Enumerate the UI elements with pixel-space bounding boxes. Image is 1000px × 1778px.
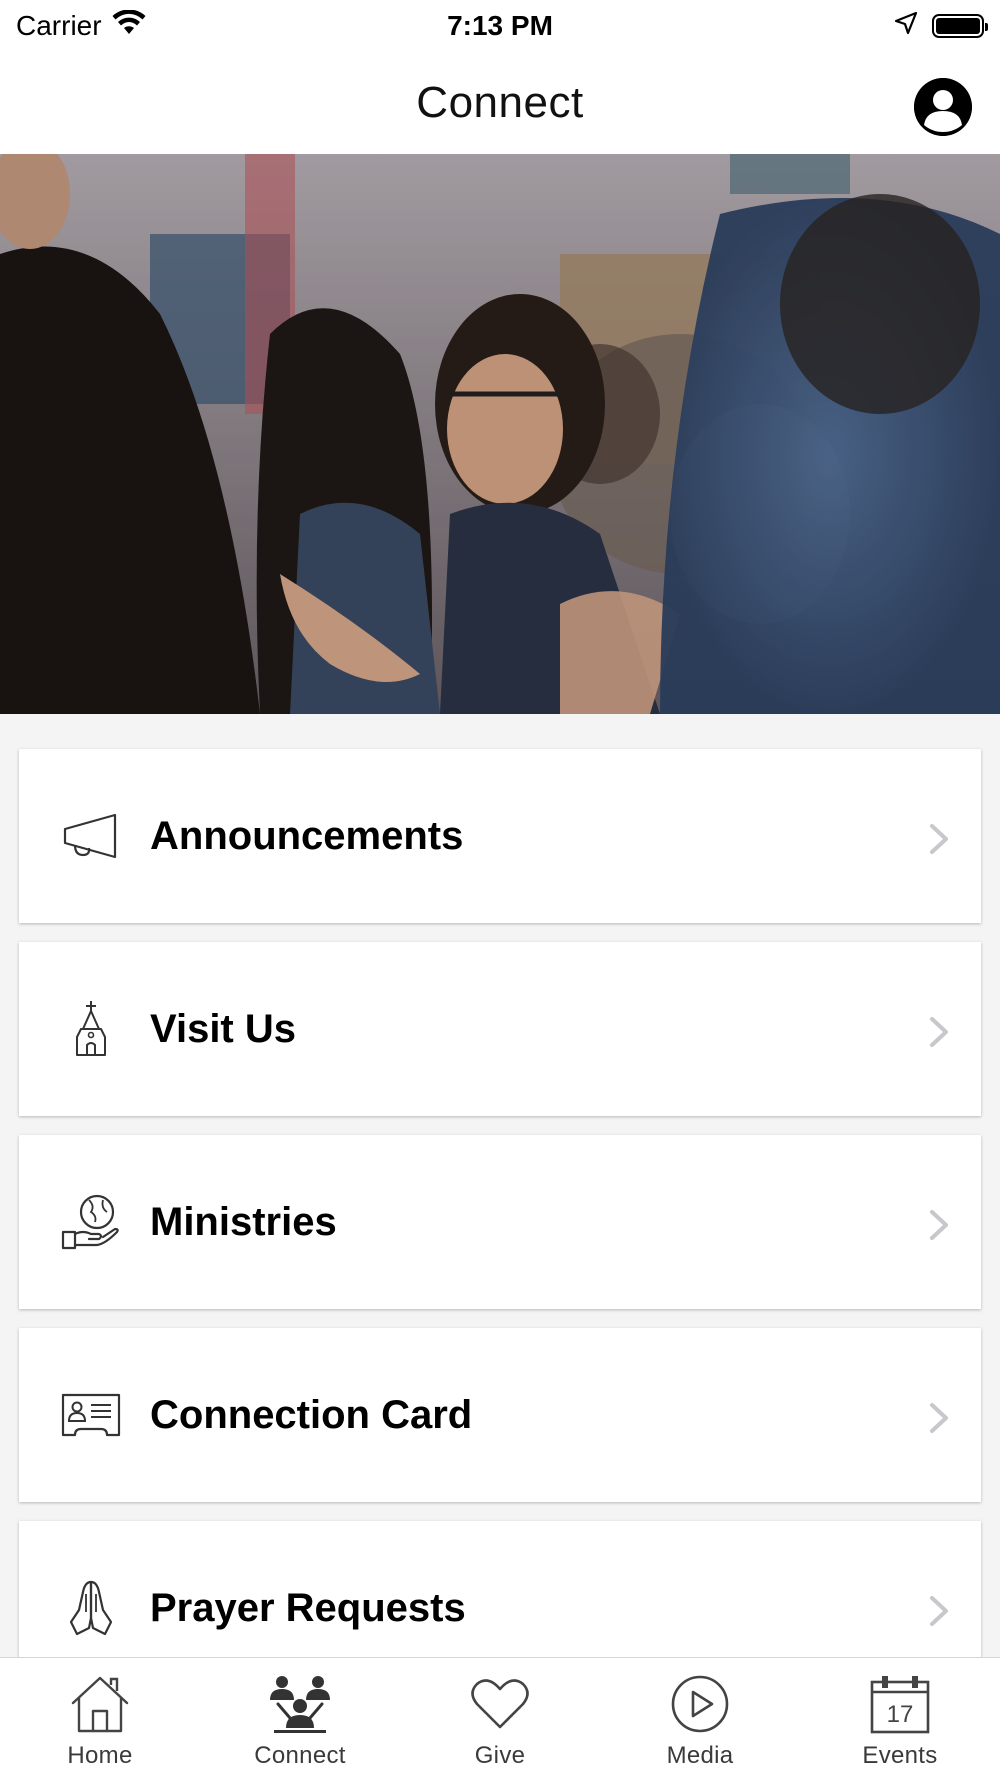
menu-item-label: Ministries	[150, 1199, 337, 1244]
tab-bar: Home Connect Give Media 17 Events	[0, 1657, 1000, 1778]
hero-image	[0, 154, 1000, 714]
calendar-icon: 17	[868, 1674, 932, 1734]
tab-label: Connect	[254, 1742, 346, 1769]
menu-item-label: Visit Us	[150, 1006, 296, 1051]
menu-item-announcements[interactable]: Announcements	[19, 749, 981, 923]
profile-button[interactable]	[914, 78, 972, 136]
praying-hands-icon	[59, 1576, 123, 1640]
church-icon	[59, 997, 123, 1061]
chevron-right-icon	[930, 1596, 948, 1626]
chevron-right-icon	[930, 1403, 948, 1433]
location-arrow-icon	[894, 10, 918, 42]
heart-icon	[468, 1674, 532, 1734]
page-title: Connect	[416, 78, 584, 127]
status-bar: Carrier 7:13 PM	[0, 0, 1000, 52]
menu-item-connection-card[interactable]: Connection Card	[19, 1328, 981, 1502]
menu-item-ministries[interactable]: Ministries	[19, 1135, 981, 1309]
play-icon	[668, 1674, 732, 1734]
id-card-icon	[59, 1383, 123, 1447]
tab-label: Give	[474, 1742, 526, 1769]
people-icon	[268, 1674, 332, 1734]
menu-item-label: Connection Card	[150, 1392, 473, 1437]
menu-item-visit-us[interactable]: Visit Us	[19, 942, 981, 1116]
status-time: 7:13 PM	[447, 10, 553, 41]
tab-label: Media	[666, 1742, 734, 1769]
tab-connect[interactable]: Connect	[200, 1658, 400, 1778]
tab-give[interactable]: Give	[400, 1658, 600, 1778]
tab-label: Home	[67, 1742, 133, 1769]
wifi-icon	[112, 8, 146, 43]
user-avatar-icon	[914, 78, 972, 136]
menu-item-label: Announcements	[150, 813, 464, 858]
navigation-bar: Connect	[0, 52, 1000, 154]
battery-icon	[932, 14, 988, 38]
tab-media[interactable]: Media	[600, 1658, 800, 1778]
connect-menu-list: Announcements Visit Us Ministries Connec…	[19, 749, 981, 1714]
tab-label: Events	[862, 1742, 938, 1769]
home-icon	[68, 1674, 132, 1734]
menu-item-label: Prayer Requests	[150, 1585, 466, 1630]
chevron-right-icon	[930, 1017, 948, 1047]
tab-events[interactable]: 17 Events	[800, 1658, 1000, 1778]
calendar-day-number: 17	[887, 1701, 914, 1728]
tab-home[interactable]: Home	[0, 1658, 200, 1778]
carrier-label: Carrier	[16, 10, 102, 41]
hand-globe-icon	[59, 1190, 123, 1254]
chevron-right-icon	[930, 824, 948, 854]
megaphone-icon	[59, 804, 123, 868]
chevron-right-icon	[930, 1210, 948, 1240]
